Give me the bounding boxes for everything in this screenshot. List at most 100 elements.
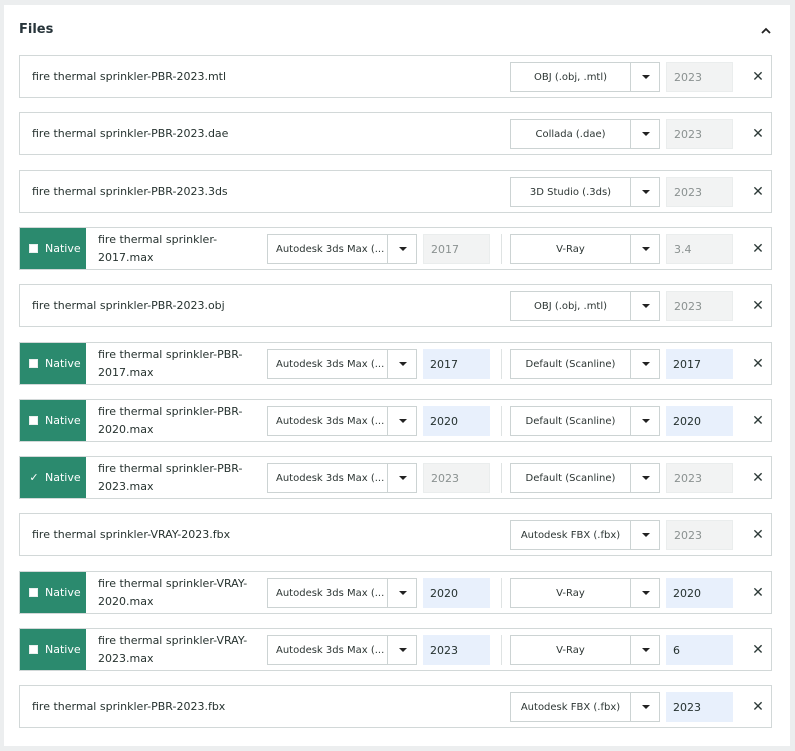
renderer-version-input[interactable]: 3.4 xyxy=(666,234,733,264)
format-select-value: 3D Studio (.3ds) xyxy=(529,186,612,198)
app-select[interactable]: Autodesk 3ds Max (... xyxy=(267,234,417,264)
renderer-version-input[interactable]: 2023 xyxy=(666,463,733,493)
version-input[interactable]: 2023 xyxy=(666,177,733,207)
renderer-select[interactable]: V-Ray xyxy=(510,635,660,665)
caret-down-icon[interactable] xyxy=(630,636,661,664)
renderer-select[interactable]: V-Ray xyxy=(510,578,660,608)
close-icon[interactable]: ✕ xyxy=(750,400,766,441)
renderer-version-input[interactable]: 6 xyxy=(666,635,733,665)
app-version-input[interactable]: 2023 xyxy=(423,463,490,493)
format-select[interactable]: Autodesk FBX (.fbx) xyxy=(510,692,660,722)
file-row: fire thermal sprinkler-PBR-2023.fbx Autod… xyxy=(19,685,772,728)
caret-down-icon[interactable] xyxy=(630,63,661,91)
caret-down-icon[interactable] xyxy=(387,464,418,492)
caret-down-icon[interactable] xyxy=(387,579,418,607)
app-select[interactable]: Autodesk 3ds Max (... xyxy=(267,406,417,436)
app-version-input[interactable]: 2020 xyxy=(423,406,490,436)
close-icon[interactable]: ✕ xyxy=(750,228,766,269)
caret-down-icon[interactable] xyxy=(630,464,661,492)
app-select[interactable]: Autodesk 3ds Max (... xyxy=(267,349,417,379)
native-toggle[interactable]: ✓ Native xyxy=(20,457,86,498)
renderer-select[interactable]: Default (Scanline) xyxy=(510,349,660,379)
format-select[interactable]: Autodesk FBX (.fbx) xyxy=(510,520,660,550)
file-name: fire thermal sprinkler-VRAY-2023.max xyxy=(98,633,248,665)
renderer-version-input[interactable]: 2017 xyxy=(666,349,733,379)
renderer-select[interactable]: Default (Scanline) xyxy=(510,463,660,493)
close-icon[interactable]: ✕ xyxy=(750,113,766,154)
version-input[interactable]: 2023 xyxy=(666,62,733,92)
checkbox-icon xyxy=(29,645,38,654)
caret-down-icon[interactable] xyxy=(630,120,661,148)
app-select[interactable]: Autodesk 3ds Max (... xyxy=(267,635,417,665)
format-select-value: Autodesk FBX (.fbx) xyxy=(520,701,621,713)
renderer-version-input[interactable]: 2020 xyxy=(666,578,733,608)
renderer-select-value: V-Ray xyxy=(556,243,585,255)
caret-down-icon[interactable] xyxy=(630,235,661,263)
version-input[interactable]: 2023 xyxy=(666,692,733,722)
version-input[interactable]: 2023 xyxy=(666,520,733,550)
native-toggle[interactable]: Native xyxy=(20,572,86,613)
native-file-row: Native fire thermal sprinkler-VRAY-2023.m… xyxy=(19,628,772,671)
divider xyxy=(501,635,502,665)
native-file-row: Native fire thermal sprinkler-VRAY-2020.m… xyxy=(19,571,772,614)
file-row: fire thermal sprinkler-PBR-2023.dae Colla… xyxy=(19,112,772,155)
version-input[interactable]: 2023 xyxy=(666,119,733,149)
caret-down-icon[interactable] xyxy=(630,292,661,320)
caret-down-icon[interactable] xyxy=(630,579,661,607)
renderer-version-input[interactable]: 2020 xyxy=(666,406,733,436)
native-toggle[interactable]: Native xyxy=(20,629,86,670)
caret-down-icon[interactable] xyxy=(630,521,661,549)
file-name: fire thermal sprinkler-2017.max xyxy=(98,232,218,264)
close-icon[interactable]: ✕ xyxy=(750,629,766,670)
checkbox-icon xyxy=(29,359,38,368)
app-version-input[interactable]: 2023 xyxy=(423,635,490,665)
renderer-select-value: Default (Scanline) xyxy=(525,358,616,370)
app-version-input[interactable]: 2020 xyxy=(423,578,490,608)
file-name: fire thermal sprinkler-PBR-2020.max xyxy=(98,404,243,436)
caret-down-icon[interactable] xyxy=(630,178,661,206)
file-row: fire thermal sprinkler-VRAY-2023.fbx Auto… xyxy=(19,513,772,556)
renderer-select-value: Default (Scanline) xyxy=(525,472,616,484)
close-icon[interactable]: ✕ xyxy=(750,686,766,727)
native-label: Native xyxy=(45,357,81,370)
close-icon[interactable]: ✕ xyxy=(750,514,766,555)
caret-down-icon[interactable] xyxy=(387,350,418,378)
format-select[interactable]: 3D Studio (.3ds) xyxy=(510,177,660,207)
file-name: fire thermal sprinkler-PBR-2023.obj xyxy=(32,299,225,312)
app-select[interactable]: Autodesk 3ds Max (... xyxy=(267,463,417,493)
close-icon[interactable]: ✕ xyxy=(750,343,766,384)
renderer-select-value: V-Ray xyxy=(556,587,585,599)
app-select[interactable]: Autodesk 3ds Max (... xyxy=(267,578,417,608)
files-header[interactable]: Files xyxy=(4,5,790,55)
chevron-up-icon[interactable] xyxy=(759,23,773,37)
caret-down-icon[interactable] xyxy=(387,235,418,263)
divider xyxy=(501,349,502,379)
caret-down-icon[interactable] xyxy=(387,636,418,664)
app-version-input[interactable]: 2017 xyxy=(423,234,490,264)
caret-down-icon[interactable] xyxy=(387,407,418,435)
native-label: Native xyxy=(45,414,81,427)
caret-down-icon[interactable] xyxy=(630,693,661,721)
native-label: Native xyxy=(45,242,81,255)
close-icon[interactable]: ✕ xyxy=(750,285,766,326)
version-input[interactable]: 2023 xyxy=(666,291,733,321)
native-toggle[interactable]: Native xyxy=(20,228,86,269)
format-select[interactable]: OBJ (.obj, .mtl) xyxy=(510,62,660,92)
file-row: fire thermal sprinkler-PBR-2023.3ds 3D St… xyxy=(19,170,772,213)
divider xyxy=(501,578,502,608)
caret-down-icon[interactable] xyxy=(630,407,661,435)
format-select[interactable]: Collada (.dae) xyxy=(510,119,660,149)
native-toggle[interactable]: Native xyxy=(20,400,86,441)
caret-down-icon[interactable] xyxy=(630,350,661,378)
close-icon[interactable]: ✕ xyxy=(750,572,766,613)
close-icon[interactable]: ✕ xyxy=(750,171,766,212)
native-toggle[interactable]: Native xyxy=(20,343,86,384)
file-name: fire thermal sprinkler-PBR-2023.mtl xyxy=(32,70,227,83)
close-icon[interactable]: ✕ xyxy=(750,56,766,97)
close-icon[interactable]: ✕ xyxy=(750,457,766,498)
renderer-select[interactable]: V-Ray xyxy=(510,234,660,264)
app-version-input[interactable]: 2017 xyxy=(423,349,490,379)
file-name: fire thermal sprinkler-PBR-2023.3ds xyxy=(32,185,228,198)
renderer-select[interactable]: Default (Scanline) xyxy=(510,406,660,436)
format-select[interactable]: OBJ (.obj, .mtl) xyxy=(510,291,660,321)
